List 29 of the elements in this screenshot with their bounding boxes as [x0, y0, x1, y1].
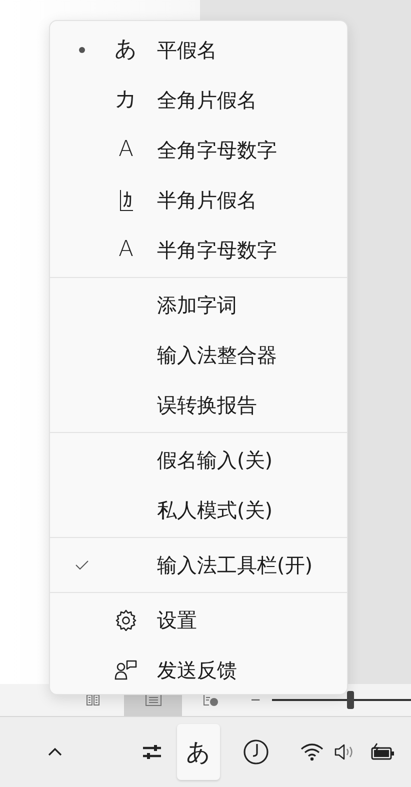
slider-thumb[interactable]: [346, 691, 354, 709]
clock-icon[interactable]: [243, 739, 269, 765]
settings-icon: [115, 609, 137, 631]
menu-item[interactable]: 私人模式(关): [50, 485, 347, 535]
menu-item[interactable]: 假名输入(关): [50, 435, 347, 485]
input-mode-button[interactable]: あ: [177, 724, 220, 780]
zoom-out-button[interactable]: −: [250, 692, 262, 708]
menu-item[interactable]: 添加字词: [50, 280, 347, 330]
menu-item[interactable]: 设置: [50, 595, 347, 645]
menu-item[interactable]: 输入法整合器: [50, 330, 347, 380]
menu-item[interactable]: 误转换报告: [50, 380, 347, 430]
chevron-up-icon[interactable]: [47, 747, 63, 757]
menu-item[interactable]: 发送反馈: [50, 645, 347, 695]
web-view-icon: [203, 693, 220, 707]
menu-item[interactable]: A 全角字母数字: [50, 125, 347, 175]
mode-glyph: A: [118, 139, 134, 161]
menu-item[interactable]: 输入法工具栏(开): [50, 540, 347, 590]
mode-glyph: カ: [114, 89, 138, 111]
mode-glyph: ｶ: [120, 190, 132, 210]
toggles-icon[interactable]: [142, 744, 162, 760]
feedback-icon: [114, 659, 138, 681]
battery-icon[interactable]: [370, 743, 396, 761]
menu-item[interactable]: ｶ 半角片假名: [50, 175, 347, 225]
mode-glyph: あ: [114, 39, 138, 61]
menu-item[interactable]: あ 平假名: [50, 25, 347, 75]
wifi-icon[interactable]: [300, 743, 324, 761]
mode-glyph: A: [118, 239, 134, 261]
menu-item[interactable]: A 半角字母数字: [50, 225, 347, 275]
menu-item[interactable]: カ 全角片假名: [50, 75, 347, 125]
